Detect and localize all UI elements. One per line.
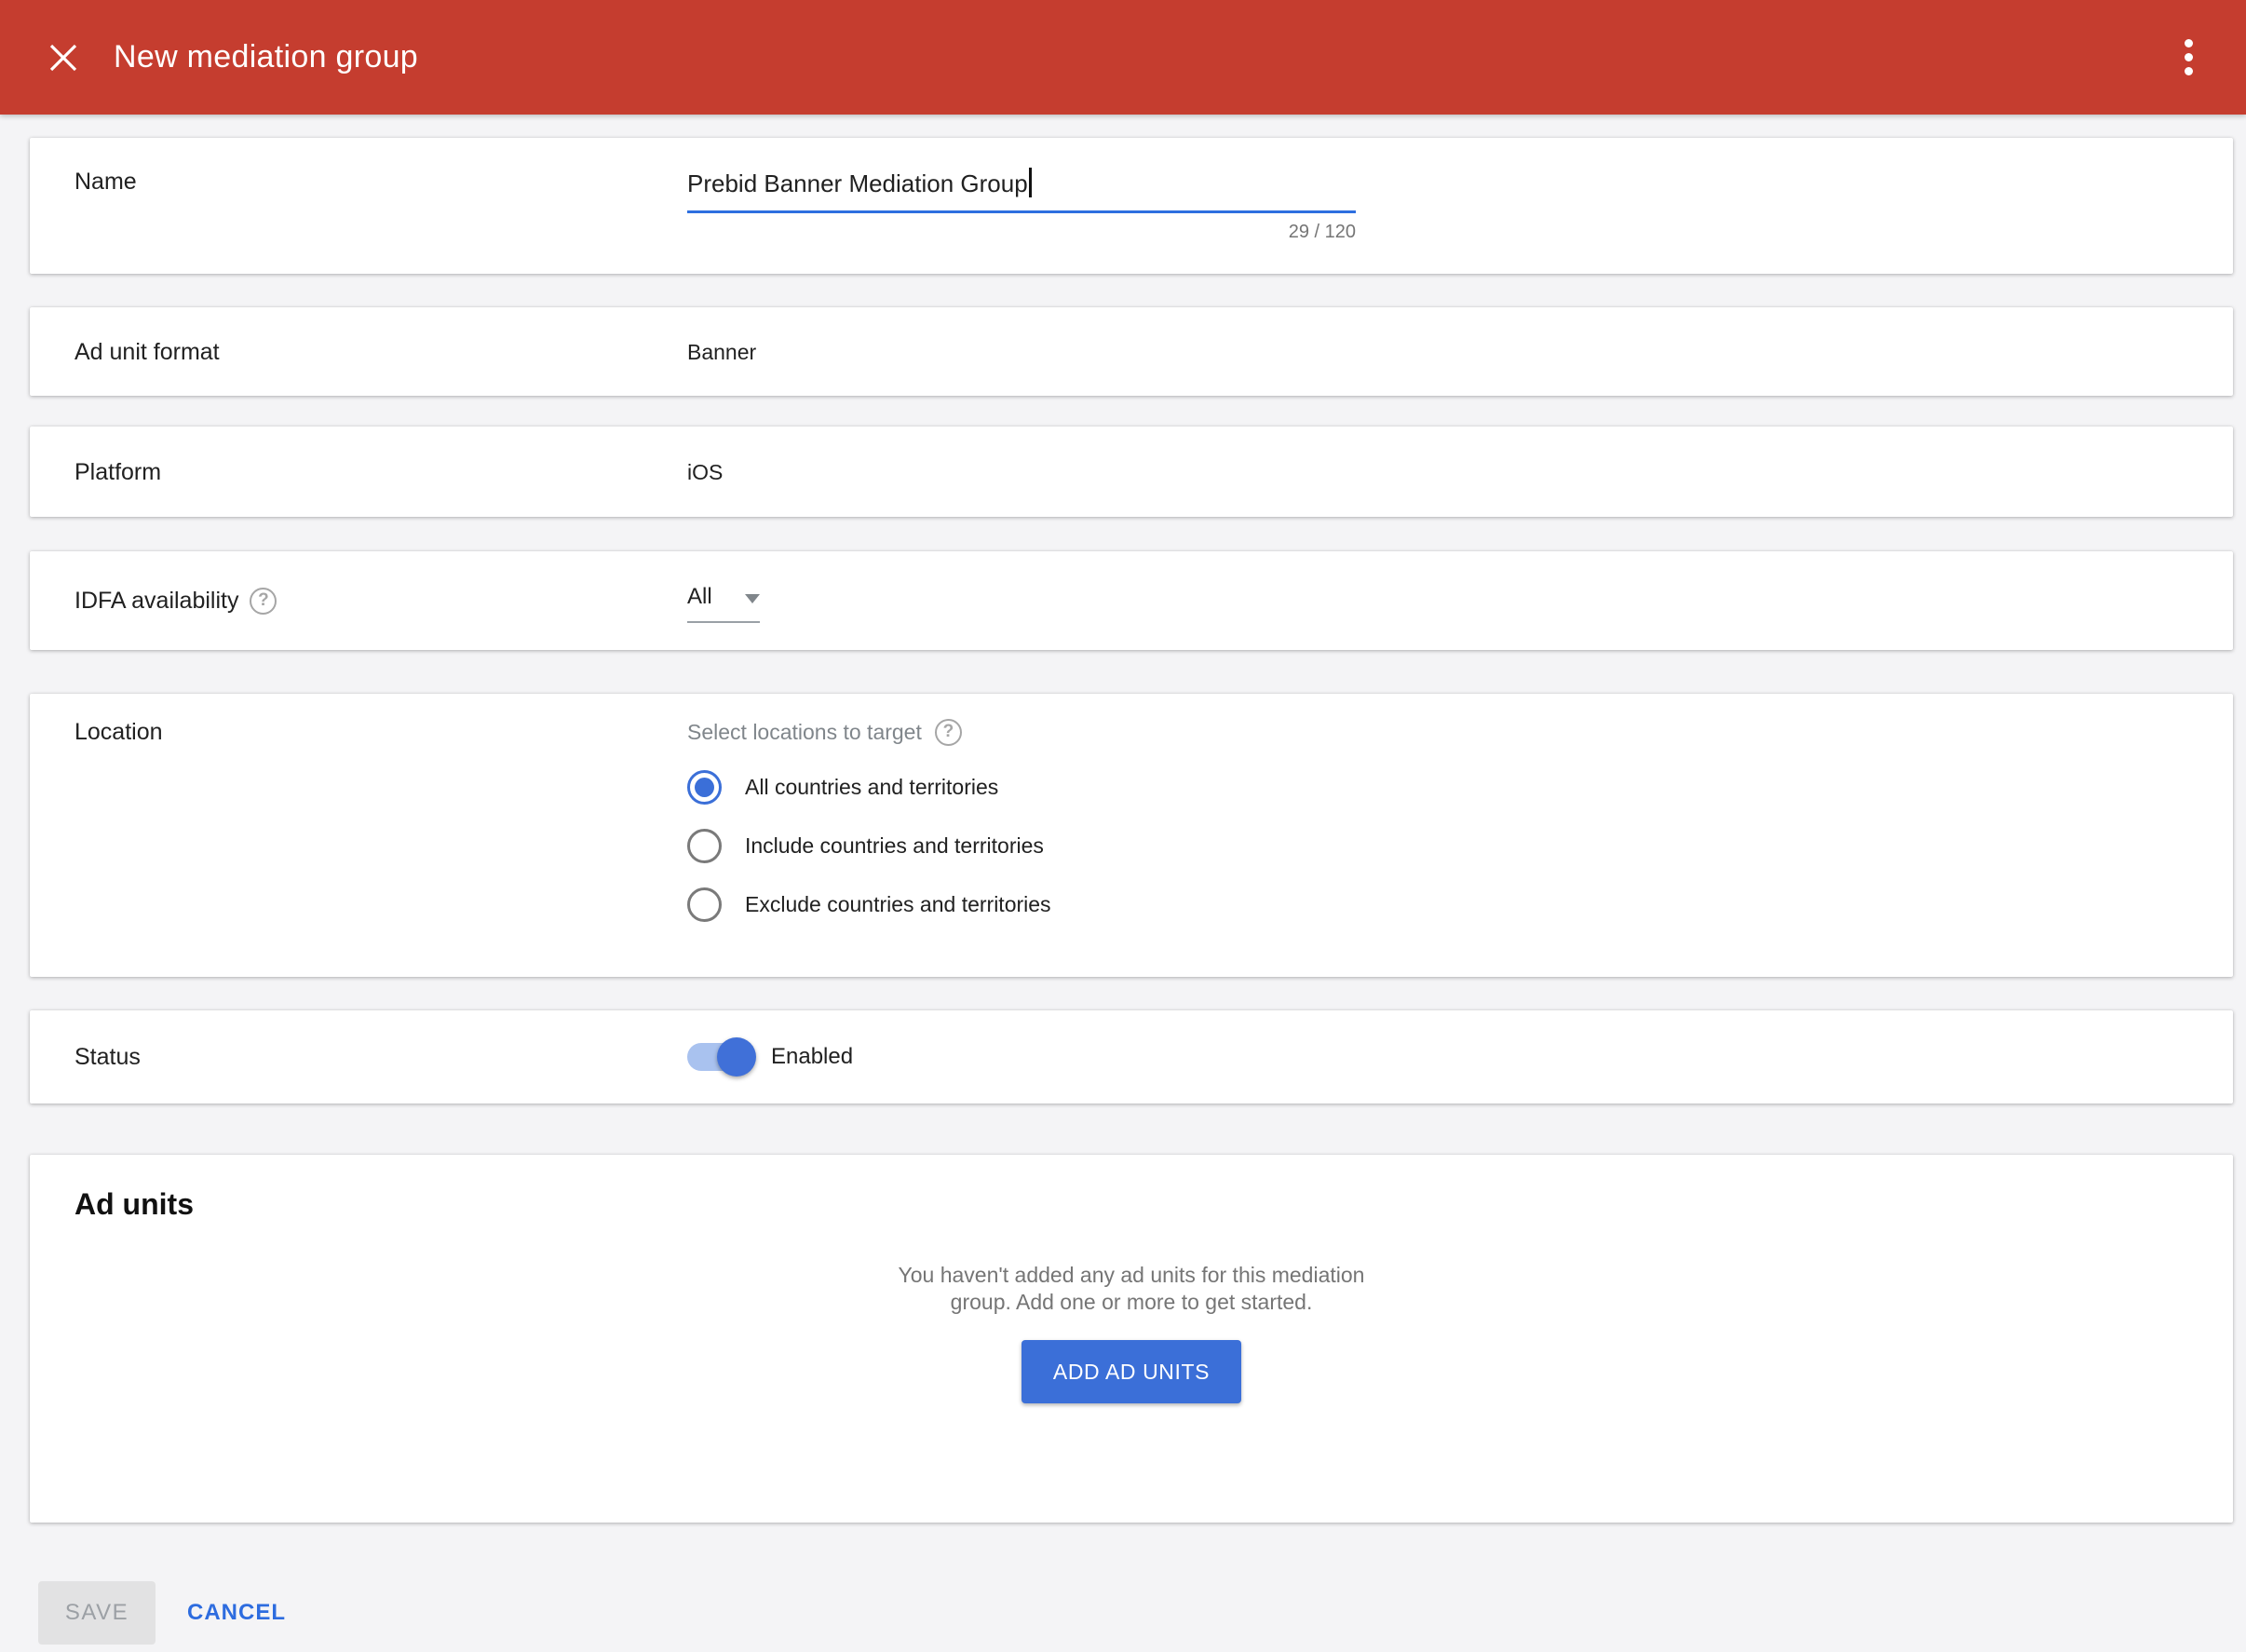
- ad-units-card: Ad units You haven't added any ad units …: [30, 1155, 2233, 1523]
- location-help-icon[interactable]: ?: [935, 719, 962, 746]
- platform-card: Platform iOS: [30, 427, 2233, 517]
- idfa-selected-value: All: [687, 584, 712, 610]
- idfa-availability-select[interactable]: All: [687, 584, 760, 623]
- radio-option-all-countries[interactable]: All countries and territories: [687, 770, 1051, 805]
- toggle-thumb: [717, 1037, 756, 1077]
- text-caret: [1029, 168, 1032, 197]
- platform-value: iOS: [687, 459, 723, 485]
- new-mediation-group-page: New mediation group Name Prebid Banner M…: [0, 0, 2246, 1652]
- appbar: New mediation group: [0, 0, 2246, 115]
- close-icon: [47, 41, 80, 74]
- name-card: Name Prebid Banner Mediation Group 29 / …: [30, 138, 2233, 274]
- location-label: Location: [74, 718, 687, 746]
- radio-option-label: Include countries and territories: [745, 833, 1044, 859]
- idfa-availability-label: IDFA availability: [74, 587, 238, 615]
- ad-units-empty-state: You haven't added any ad units for this …: [74, 1262, 2188, 1403]
- empty-state-text-line2: group. Add one or more to get started.: [74, 1289, 2188, 1316]
- ad-unit-format-value: Banner: [687, 339, 756, 365]
- platform-label: Platform: [74, 458, 687, 486]
- idfa-help-icon[interactable]: ?: [250, 588, 277, 615]
- status-value: Enabled: [771, 1044, 853, 1070]
- radio-option-label: All countries and territories: [745, 775, 998, 800]
- ad-unit-format-card: Ad unit format Banner: [30, 307, 2233, 396]
- save-button[interactable]: SAVE: [38, 1581, 156, 1645]
- radio-unselected-icon[interactable]: [687, 829, 722, 863]
- close-button[interactable]: [43, 37, 84, 78]
- empty-state-text-line1: You haven't added any ad units for this …: [74, 1262, 2188, 1289]
- page-title: New mediation group: [114, 39, 418, 75]
- radio-unselected-icon[interactable]: [687, 887, 722, 922]
- name-input-value: Prebid Banner Mediation Group: [687, 169, 1028, 197]
- chevron-down-icon: [745, 594, 760, 603]
- name-label: Name: [74, 168, 687, 196]
- overflow-menu-button[interactable]: [2168, 25, 2209, 90]
- idfa-availability-card: IDFA availability ? All: [30, 551, 2233, 650]
- ad-units-title: Ad units: [74, 1185, 2188, 1223]
- status-toggle[interactable]: [687, 1043, 752, 1071]
- name-char-counter: 29 / 120: [687, 222, 1356, 243]
- radio-selected-icon[interactable]: [687, 770, 722, 805]
- status-card: Status Enabled: [30, 1010, 2233, 1104]
- radio-option-label: Exclude countries and territories: [745, 892, 1051, 917]
- ad-unit-format-label: Ad unit format: [74, 338, 687, 366]
- location-card: Location Select locations to target ? Al…: [30, 694, 2233, 977]
- location-group-label: Select locations to target: [687, 718, 922, 746]
- add-ad-units-button[interactable]: ADD AD UNITS: [1022, 1340, 1241, 1403]
- radio-option-include-countries[interactable]: Include countries and territories: [687, 829, 1051, 863]
- status-label: Status: [74, 1043, 687, 1071]
- cancel-button[interactable]: CANCEL: [187, 1581, 286, 1645]
- kebab-menu-icon: [2185, 39, 2193, 75]
- radio-option-exclude-countries[interactable]: Exclude countries and territories: [687, 887, 1051, 922]
- name-input[interactable]: Prebid Banner Mediation Group: [687, 168, 1356, 213]
